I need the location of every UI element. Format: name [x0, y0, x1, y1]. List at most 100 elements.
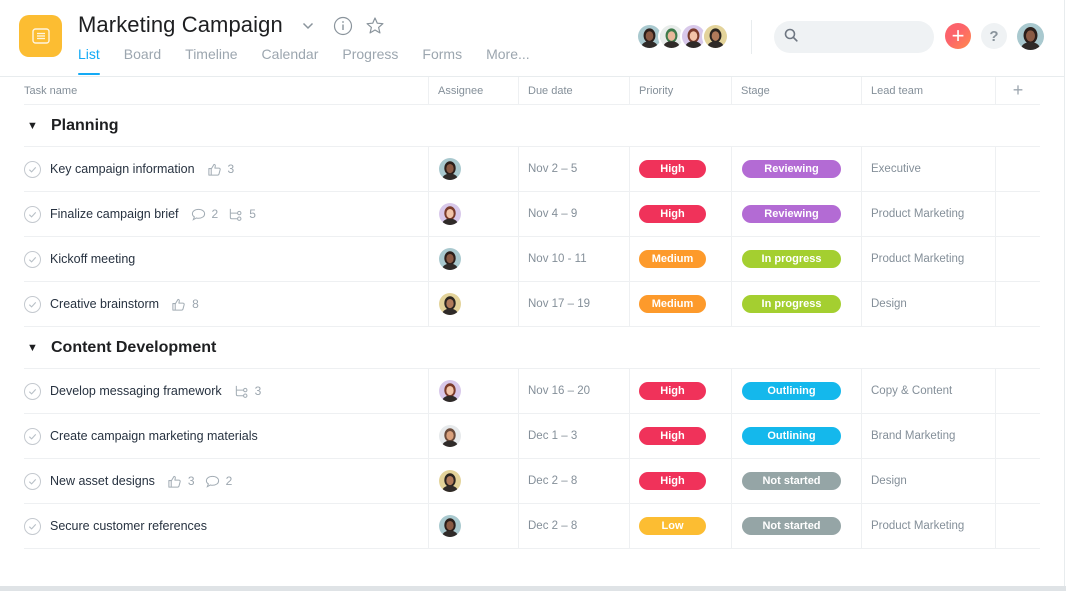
column-header-lead-team[interactable]: Lead team: [861, 77, 995, 104]
due-date[interactable]: Dec 2 – 8: [518, 504, 629, 548]
user-avatar[interactable]: [1017, 23, 1044, 50]
stage-cell[interactable]: Not started: [731, 504, 861, 548]
task-name-cell[interactable]: Secure customer references: [24, 504, 428, 548]
assignee-cell[interactable]: [428, 237, 518, 281]
due-date[interactable]: Nov 4 – 9: [518, 192, 629, 236]
table-row[interactable]: Creative brainstorm 8 Nov 17 – 19 Medium…: [24, 282, 1040, 327]
help-button[interactable]: ?: [981, 23, 1007, 49]
search-bar[interactable]: [774, 21, 934, 53]
stage-cell[interactable]: In progress: [731, 282, 861, 326]
priority-cell[interactable]: Medium: [629, 237, 731, 281]
lead-team[interactable]: Executive: [861, 147, 995, 191]
due-date[interactable]: Nov 2 – 5: [518, 147, 629, 191]
lead-team[interactable]: Design: [861, 282, 995, 326]
assignee-avatar[interactable]: [439, 158, 461, 180]
stage-cell[interactable]: Reviewing: [731, 192, 861, 236]
chevron-down-icon[interactable]: [298, 15, 318, 37]
project-members[interactable]: [636, 23, 729, 50]
priority-cell[interactable]: High: [629, 459, 731, 503]
priority-cell[interactable]: High: [629, 369, 731, 413]
complete-checkbox[interactable]: [24, 382, 41, 400]
due-date[interactable]: Nov 17 – 19: [518, 282, 629, 326]
stage-cell[interactable]: Outlining: [731, 369, 861, 413]
tab-forms[interactable]: Forms: [422, 46, 462, 76]
assignee-cell[interactable]: [428, 147, 518, 191]
info-icon[interactable]: [332, 15, 354, 37]
priority-cell[interactable]: Low: [629, 504, 731, 548]
assignee-cell[interactable]: [428, 504, 518, 548]
task-name-cell[interactable]: Creative brainstorm 8: [24, 282, 428, 326]
assignee-cell[interactable]: [428, 414, 518, 458]
stage-cell[interactable]: Reviewing: [731, 147, 861, 191]
column-header-stage[interactable]: Stage: [731, 77, 861, 104]
due-date[interactable]: Nov 16 – 20: [518, 369, 629, 413]
lead-team[interactable]: Product Marketing: [861, 237, 995, 281]
search-input[interactable]: [804, 29, 924, 45]
subtask-count[interactable]: 5: [228, 207, 256, 222]
caret-down-icon[interactable]: ▼: [27, 120, 45, 132]
tab-board[interactable]: Board: [124, 46, 161, 76]
priority-cell[interactable]: High: [629, 414, 731, 458]
caret-down-icon[interactable]: ▼: [27, 342, 45, 354]
complete-checkbox[interactable]: [24, 517, 41, 535]
lead-team[interactable]: Product Marketing: [861, 504, 995, 548]
complete-checkbox[interactable]: [24, 295, 41, 313]
task-name-cell[interactable]: Create campaign marketing materials: [24, 414, 428, 458]
tab-list[interactable]: List: [78, 46, 100, 76]
like-count[interactable]: 3: [167, 474, 195, 489]
complete-checkbox[interactable]: [24, 427, 41, 445]
assignee-cell[interactable]: [428, 282, 518, 326]
table-row[interactable]: Secure customer references Dec 2 – 8 Low…: [24, 504, 1040, 549]
lead-team[interactable]: Product Marketing: [861, 192, 995, 236]
add-column-button[interactable]: +: [995, 77, 1040, 104]
assignee-avatar[interactable]: [439, 248, 461, 270]
priority-cell[interactable]: Medium: [629, 282, 731, 326]
table-row[interactable]: Kickoff meeting Nov 10 - 11 Medium In pr…: [24, 237, 1040, 282]
section-header[interactable]: ▼ Content Development: [24, 327, 1040, 369]
assignee-cell[interactable]: [428, 192, 518, 236]
column-header-task-name[interactable]: Task name: [24, 77, 428, 104]
column-header-priority[interactable]: Priority: [629, 77, 731, 104]
lead-team[interactable]: Design: [861, 459, 995, 503]
assignee-avatar[interactable]: [439, 380, 461, 402]
assignee-avatar[interactable]: [439, 425, 461, 447]
complete-checkbox[interactable]: [24, 205, 41, 223]
task-name-cell[interactable]: Kickoff meeting: [24, 237, 428, 281]
stage-cell[interactable]: Outlining: [731, 414, 861, 458]
table-row[interactable]: New asset designs 3 2 Dec 2 – 8 High Not …: [24, 459, 1040, 504]
priority-cell[interactable]: High: [629, 192, 731, 236]
due-date[interactable]: Dec 1 – 3: [518, 414, 629, 458]
table-row[interactable]: Key campaign information 3 Nov 2 – 5 Hig…: [24, 147, 1040, 192]
due-date[interactable]: Nov 10 - 11: [518, 237, 629, 281]
stage-cell[interactable]: Not started: [731, 459, 861, 503]
star-icon[interactable]: [364, 15, 386, 37]
comment-count[interactable]: 2: [205, 474, 232, 489]
avatar[interactable]: [702, 23, 729, 50]
priority-cell[interactable]: High: [629, 147, 731, 191]
tab-more[interactable]: More...: [486, 46, 530, 76]
tab-calendar[interactable]: Calendar: [262, 46, 319, 76]
assignee-avatar[interactable]: [439, 470, 461, 492]
column-header-assignee[interactable]: Assignee: [428, 77, 518, 104]
due-date[interactable]: Dec 2 – 8: [518, 459, 629, 503]
complete-checkbox[interactable]: [24, 472, 41, 490]
task-name-cell[interactable]: Develop messaging framework 3: [24, 369, 428, 413]
assignee-cell[interactable]: [428, 459, 518, 503]
complete-checkbox[interactable]: [24, 250, 41, 268]
lead-team[interactable]: Copy & Content: [861, 369, 995, 413]
assignee-avatar[interactable]: [439, 515, 461, 537]
column-header-due-date[interactable]: Due date: [518, 77, 629, 104]
comment-count[interactable]: 2: [191, 207, 218, 222]
lead-team[interactable]: Brand Marketing: [861, 414, 995, 458]
quick-add-button[interactable]: +: [945, 23, 971, 49]
subtask-count[interactable]: 3: [234, 384, 261, 399]
table-row[interactable]: Develop messaging framework 3 Nov 16 – 2…: [24, 369, 1040, 414]
task-name-cell[interactable]: Key campaign information 3: [24, 147, 428, 191]
stage-cell[interactable]: In progress: [731, 237, 861, 281]
assignee-avatar[interactable]: [439, 203, 461, 225]
table-row[interactable]: Create campaign marketing materials Dec …: [24, 414, 1040, 459]
task-name-cell[interactable]: New asset designs 3 2: [24, 459, 428, 503]
assignee-avatar[interactable]: [439, 293, 461, 315]
section-header[interactable]: ▼ Planning: [24, 105, 1040, 147]
task-name-cell[interactable]: Finalize campaign brief 2 5: [24, 192, 428, 236]
